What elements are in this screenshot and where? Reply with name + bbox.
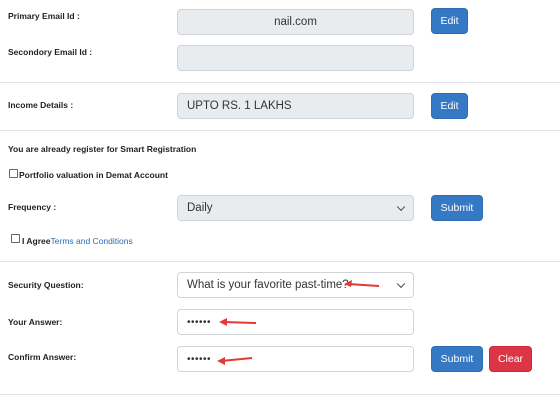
security-question-label: Security Question:	[8, 280, 84, 290]
chevron-down-icon	[396, 279, 406, 289]
divider	[0, 82, 560, 83]
frequency-submit-button[interactable]: Submit	[431, 195, 483, 221]
divider	[0, 261, 560, 262]
frequency-select[interactable]: Daily	[177, 195, 414, 221]
your-answer-field[interactable]: ••••••	[177, 309, 414, 335]
agree-checkbox[interactable]	[11, 234, 20, 243]
annotation-arrow-icon	[219, 318, 257, 326]
terms-link[interactable]: Terms and Conditions	[51, 236, 133, 246]
confirm-answer-field[interactable]: ••••••	[177, 346, 414, 372]
security-submit-button[interactable]: Submit	[431, 346, 483, 372]
income-field[interactable]: UPTO RS. 1 LAKHS	[177, 93, 414, 119]
frequency-label: Frequency :	[8, 202, 57, 212]
agree-label: I Agree	[22, 236, 51, 246]
portfolio-checkbox-label: Portfolio valuation in Demat Account	[19, 170, 168, 180]
divider	[0, 394, 560, 395]
primary-email-field[interactable]: nail.com	[177, 9, 414, 35]
edit-income-button[interactable]: Edit	[431, 93, 468, 119]
edit-email-button[interactable]: Edit	[431, 8, 468, 34]
your-answer-label: Your Answer:	[8, 317, 63, 327]
primary-email-value: nail.com	[274, 16, 317, 28]
security-question-value: What is your favorite past-time?	[187, 279, 349, 291]
income-label: Income Details :	[8, 100, 74, 110]
agree-text: I AgreeTerms and Conditions	[22, 236, 133, 246]
divider	[0, 130, 560, 131]
annotation-arrow-icon	[217, 357, 253, 365]
annotation-arrow-icon	[344, 280, 380, 287]
secondary-email-field[interactable]	[177, 45, 414, 71]
portfolio-checkbox[interactable]	[9, 169, 18, 178]
your-answer-value: ••••••	[187, 316, 212, 328]
clear-button[interactable]: Clear	[489, 346, 532, 372]
primary-email-label: Primary Email Id :	[8, 11, 80, 21]
confirm-answer-label: Confirm Answer:	[8, 352, 77, 362]
chevron-down-icon	[396, 202, 406, 212]
frequency-value: Daily	[187, 202, 213, 214]
smart-registration-notice: You are already register for Smart Regis…	[8, 144, 197, 154]
secondary-email-label: Secondory Email Id :	[8, 47, 93, 57]
confirm-answer-value: ••••••	[187, 353, 212, 365]
income-value: UPTO RS. 1 LAKHS	[187, 100, 292, 112]
